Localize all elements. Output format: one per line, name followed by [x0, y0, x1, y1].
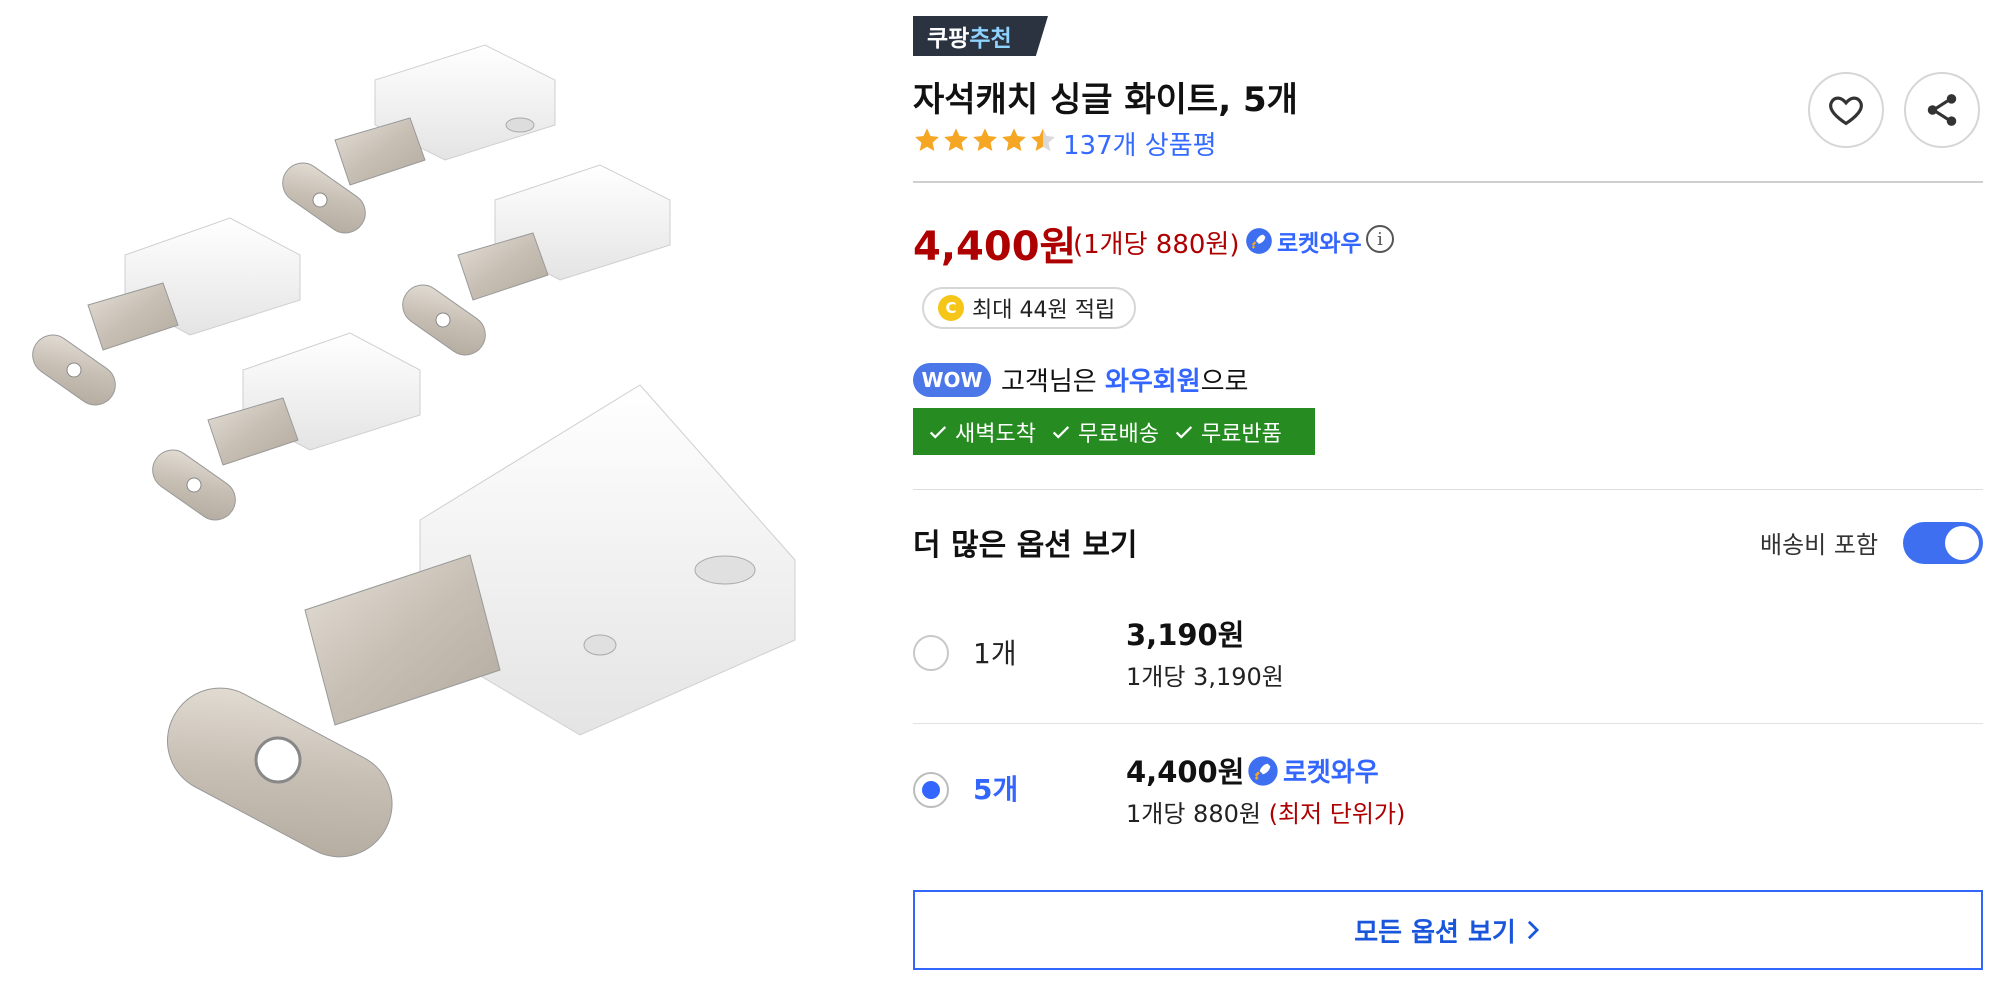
catch-small-1 — [334, 44, 556, 186]
option-5-label[interactable]: 5개 — [973, 768, 1018, 808]
rocket-wow-badge: 로켓와우 — [1247, 752, 1379, 789]
benefit-item: 무료배송 — [1050, 416, 1159, 448]
star-icon — [915, 128, 939, 151]
divider — [913, 723, 1983, 724]
catch-small-4 — [207, 332, 421, 466]
divider — [913, 489, 1983, 490]
coin-icon: C — [938, 295, 964, 321]
option-5-radio[interactable] — [913, 772, 949, 808]
rating-stars — [913, 126, 1057, 154]
option-1-radio[interactable] — [913, 635, 949, 671]
divider — [913, 181, 1983, 183]
product-image — [32, 44, 796, 858]
benefit-label: 무료배송 — [1077, 421, 1159, 447]
more-options-heading: 더 많은 옵션 보기 — [913, 528, 1138, 563]
star-icon — [973, 128, 997, 151]
badge-part1: 쿠팡 — [927, 26, 970, 52]
share-icon — [1927, 94, 1957, 126]
benefit-item: 새벽도착 — [927, 416, 1036, 448]
option-5-unit-price-text: 1개당 880원 — [1126, 800, 1261, 828]
check-icon — [1175, 425, 1193, 439]
product-title: 자석캐치 싱글 화이트, 5개 — [913, 80, 1298, 120]
catch-large — [304, 384, 796, 736]
wishlist-button[interactable] — [1808, 72, 1884, 148]
check-icon — [929, 425, 947, 439]
option-1-label[interactable]: 1개 — [973, 632, 1017, 672]
review-count-link[interactable]: 137개 상품평 — [1063, 125, 1217, 162]
badge-part2: 추천 — [969, 26, 1012, 52]
star-icon — [1002, 128, 1026, 151]
rocket-icon — [1248, 755, 1278, 786]
benefit-label: 무료반품 — [1200, 421, 1282, 447]
rocket-icon — [1246, 228, 1272, 254]
catch-small-2 — [457, 164, 671, 301]
shipping-toggle-label: 배송비 포함 — [1760, 531, 1879, 559]
wow-text-after: 으로 — [1200, 367, 1249, 397]
cash-reward-pill: C 최대 44원 적립 — [922, 287, 1136, 329]
rocket-wow-label: 로켓와우 — [1283, 758, 1379, 788]
cash-reward-text: 최대 44원 적립 — [972, 298, 1116, 323]
heart-icon — [1829, 96, 1863, 126]
view-all-options-button[interactable]: 모든 옵션 보기 — [913, 890, 1983, 970]
rocket-wow-badge: 로켓와우 — [1245, 224, 1362, 258]
unit-price: (1개당 880원) — [1073, 230, 1240, 260]
option-5-unit-price: 1개당 880원 (최저 단위가) — [1126, 794, 1405, 829]
benefit-label: 새벽도착 — [955, 421, 1036, 447]
star-icon — [944, 128, 968, 151]
half-star-icon — [1031, 128, 1055, 151]
lowest-unit-note: (최저 단위가) — [1268, 800, 1406, 828]
rocket-wow-label: 로켓와우 — [1277, 231, 1362, 257]
catch-small-3 — [87, 217, 301, 351]
sale-price: 4,400원 — [913, 224, 1077, 270]
view-all-options-label: 모든 옵션 보기 — [1354, 917, 1516, 948]
share-button[interactable] — [1904, 72, 1980, 148]
coupang-recommend-badge: 쿠팡 추천 — [913, 16, 1048, 56]
option-1-unit-price: 1개당 3,190원 — [1126, 663, 1284, 691]
shipping-fee-toggle[interactable] — [1903, 522, 1983, 564]
radio-selected-dot — [922, 781, 940, 799]
wow-text-before: 고객님은 — [1001, 367, 1105, 397]
check-icon — [1052, 425, 1070, 439]
option-1-price: 3,190원 — [1126, 618, 1245, 652]
wow-member-row: WOW 고객님은 와우회원으로 — [913, 361, 1248, 398]
wow-badge: WOW — [913, 362, 991, 397]
toggle-knob — [1945, 526, 1979, 560]
benefits-box: 새벽도착 무료배송 무료반품 — [913, 408, 1315, 455]
wow-text: 고객님은 와우회원으로 — [1001, 361, 1248, 398]
benefit-item: 무료반품 — [1173, 416, 1282, 448]
chevron-right-icon — [1527, 920, 1539, 940]
wow-text-highlight: 와우회원 — [1104, 367, 1201, 397]
option-5-price: 4,400원 — [1126, 755, 1245, 789]
info-icon[interactable]: i — [1366, 225, 1394, 253]
